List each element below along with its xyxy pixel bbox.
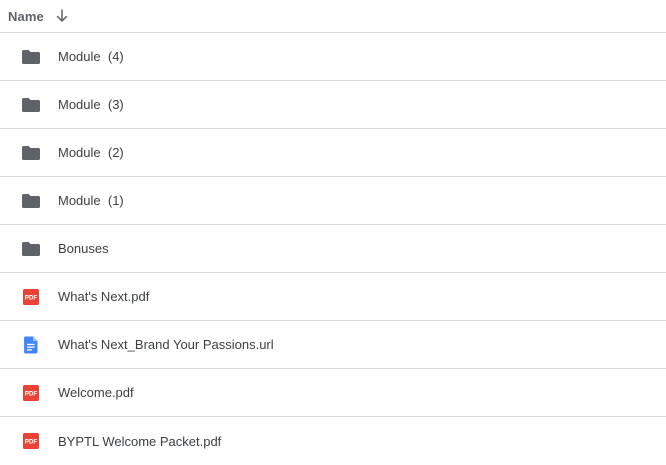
folder-icon [21,191,41,211]
name-column-header[interactable]: Name [0,0,666,33]
file-row[interactable]: Module (4) [0,33,666,81]
file-row[interactable]: PDF Welcome.pdf [0,369,666,417]
document-icon [21,335,41,355]
pdf-icon: PDF [21,383,41,403]
file-name[interactable]: Module (3) [58,97,124,112]
file-icon-cell [0,95,58,115]
folder-icon [21,47,41,67]
file-name[interactable]: What's Next_Brand Your Passions.url [58,337,274,352]
file-row[interactable]: What's Next_Brand Your Passions.url [0,321,666,369]
file-icon-cell: PDF [0,287,58,307]
file-icon-cell [0,335,58,355]
file-name[interactable]: Module (1) [58,193,124,208]
file-row[interactable]: PDF BYPTL Welcome Packet.pdf [0,417,666,465]
file-rows: Module (4) Module (3) Module (2) Module (1)… [0,33,666,465]
svg-text:PDF: PDF [25,439,38,446]
file-row[interactable]: Module (3) [0,81,666,129]
file-name[interactable]: Bonuses [58,241,109,256]
file-icon-cell: PDF [0,383,58,403]
file-name[interactable]: What's Next.pdf [58,289,149,304]
file-icon-cell [0,143,58,163]
file-icon-cell: PDF [0,431,58,451]
file-row[interactable]: Module (1) [0,177,666,225]
file-list: Name Module (4) Module (3) Module (2) Modul… [0,0,666,465]
pdf-icon: PDF [21,287,41,307]
file-icon-cell [0,47,58,67]
file-name[interactable]: Welcome.pdf [58,385,134,400]
file-row[interactable]: PDF What's Next.pdf [0,273,666,321]
svg-text:PDF: PDF [25,390,38,397]
folder-icon [21,239,41,259]
folder-icon [21,143,41,163]
name-header-label[interactable]: Name [8,9,44,24]
folder-icon [21,95,41,115]
file-row[interactable]: Bonuses [0,225,666,273]
file-name[interactable]: Module (2) [58,145,124,160]
file-icon-cell [0,239,58,259]
file-icon-cell [0,191,58,211]
pdf-icon: PDF [21,431,41,451]
file-name[interactable]: Module (4) [58,49,124,64]
arrow-down-icon[interactable] [54,8,70,24]
file-name[interactable]: BYPTL Welcome Packet.pdf [58,434,221,449]
file-row[interactable]: Module (2) [0,129,666,177]
svg-text:PDF: PDF [25,294,38,301]
